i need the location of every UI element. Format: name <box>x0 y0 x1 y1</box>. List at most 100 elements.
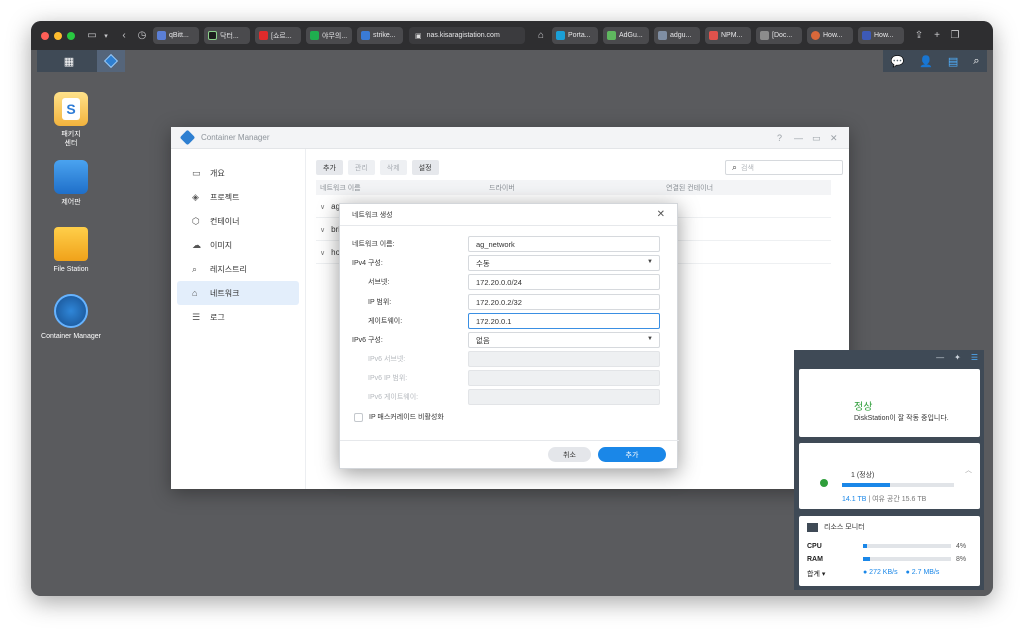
maximize-icon[interactable]: ▭ <box>812 133 821 144</box>
browser-tab[interactable]: adgu... <box>654 27 700 44</box>
browser-tab[interactable]: 야무의... <box>306 27 352 44</box>
cancel-button[interactable]: 취소 <box>548 447 591 462</box>
ipv6-config-select[interactable]: 없음 ▼ <box>468 332 660 348</box>
chevron-down-icon[interactable]: ∨ <box>320 204 325 211</box>
desktop-icon-package-center[interactable]: S 패키지 센터 <box>31 92 111 148</box>
log-icon: ☰ <box>192 311 201 322</box>
chevron-down-icon[interactable]: ▾ <box>100 32 112 40</box>
window-titlebar[interactable]: Container Manager <box>171 127 849 149</box>
desktop-icon-container-manager[interactable]: Container Manager <box>31 294 111 341</box>
volume-capacity: 14.1 TB | 여유 공간 15.6 TB <box>842 496 927 503</box>
cpu-usage: CPU 4% <box>807 542 967 550</box>
tab-favicon-icon <box>259 31 268 40</box>
dsm-taskbar-tray: 💬 👤 ▤ ⌕ <box>883 50 987 72</box>
ipv4-config-select[interactable]: 수동 ▼ <box>468 255 660 271</box>
settings-button[interactable]: 설정 <box>411 160 439 175</box>
delete-button[interactable]: 삭제 <box>379 160 407 175</box>
pin-icon[interactable]: ✦ <box>954 353 961 362</box>
sidebar-item-overview[interactable]: ▭ 개요 <box>177 161 299 185</box>
minimize-icon[interactable]: — <box>936 353 944 362</box>
chevron-down-icon[interactable]: ∨ <box>320 250 325 257</box>
monitor-icon <box>807 522 818 532</box>
back-icon[interactable]: ‹ <box>118 30 130 41</box>
health-status: 정상 <box>854 402 873 413</box>
browser-tab[interactable]: NPM... <box>705 27 751 44</box>
ipv6-range-input[interactable] <box>468 370 660 386</box>
sidebar-toggle-icon[interactable]: ▭ <box>86 30 98 41</box>
container-icon: ⬡ <box>192 215 200 226</box>
desktop-icon-control-panel[interactable]: 제어판 <box>31 160 111 207</box>
taskbar-container-manager[interactable] <box>97 50 125 72</box>
tab-favicon-icon <box>811 31 820 40</box>
network-icon: ⌂ <box>192 288 198 298</box>
chat-icon[interactable]: 💬 <box>891 55 905 68</box>
browser-tab[interactable]: strike... <box>357 27 403 44</box>
network-selector[interactable]: 합계 ▾ <box>807 569 863 579</box>
sidebar-item-registry[interactable]: ⌕ 레지스트리 <box>177 257 299 281</box>
main-menu-icon[interactable]: ▦ <box>55 50 83 72</box>
address-bar[interactable]: ▣ nas.kisaragistation.com <box>409 27 525 44</box>
sidebar-item-container[interactable]: ⬡ 컨테이너 <box>177 209 299 233</box>
close-icon[interactable]: ✕ <box>657 209 665 220</box>
sidebar-item-log[interactable]: ☰ 로그 <box>177 305 299 329</box>
ipv6-subnet-input[interactable] <box>468 351 660 367</box>
browser-tab[interactable]: 닥터... <box>204 27 250 44</box>
browser-tab[interactable]: [Doc... <box>756 27 802 44</box>
chevron-up-icon[interactable]: ︿ <box>965 465 972 475</box>
control-panel-icon <box>54 160 88 194</box>
history-icon[interactable]: ◷ <box>136 30 148 41</box>
minimize-window-button[interactable] <box>54 31 62 40</box>
help-icon[interactable]: ? <box>777 133 782 143</box>
create-button[interactable]: 추가 <box>598 447 666 462</box>
ip-range-input[interactable]: 172.20.0.2/32 <box>468 294 660 310</box>
close-icon[interactable]: ✕ <box>830 133 838 144</box>
zoom-window-button[interactable] <box>67 31 75 40</box>
browser-tab[interactable]: AdGu... <box>603 27 649 44</box>
overview-icon: ▭ <box>192 167 201 178</box>
dialog-title: 네트워크 생성 <box>340 204 677 226</box>
add-button[interactable]: 추가 <box>316 160 343 175</box>
widget-settings-icon[interactable]: ☰ <box>971 353 978 362</box>
column-header-containers[interactable]: 연결된 컨테이너 <box>666 183 826 193</box>
subnet-input[interactable]: 172.20.0.0/24 <box>468 274 660 290</box>
volume-status: 1 (정상) <box>851 472 875 479</box>
network-name-input[interactable]: ag_network <box>468 236 660 252</box>
browser-tab[interactable]: Porta... <box>552 27 598 44</box>
system-health-widget: 정상 DiskStation이 잘 작동 중입니다. <box>799 369 980 437</box>
ipv6-gateway-input[interactable] <box>468 389 660 405</box>
chevron-down-icon: ▼ <box>647 336 653 342</box>
tab-overview-icon[interactable]: ❐ <box>949 30 961 41</box>
sidebar-item-image[interactable]: ☁ 이미지 <box>177 233 299 257</box>
minimize-icon[interactable]: — <box>794 133 803 143</box>
new-tab-icon[interactable]: + <box>931 30 943 41</box>
tab-favicon-icon <box>607 31 616 40</box>
package-center-icon: S <box>54 92 88 126</box>
browser-tab[interactable]: [쇼르... <box>255 27 301 44</box>
sidebar-item-network[interactable]: ⌂ 네트워크 <box>177 281 299 305</box>
masquerade-row: IP 매스커레이드 비활성화 <box>352 409 662 425</box>
desktop-icon-file-station[interactable]: File Station <box>31 227 111 274</box>
search-input[interactable]: ⌕ 검색 <box>725 160 843 175</box>
chevron-down-icon[interactable]: ∨ <box>320 227 325 234</box>
browser-tab[interactable]: qBitt... <box>153 27 199 44</box>
site-icon: ▣ <box>415 32 422 40</box>
column-header-driver[interactable]: 드라이버 <box>489 183 666 193</box>
masquerade-checkbox[interactable] <box>354 412 363 422</box>
widgets-icon[interactable]: ▤ <box>948 55 958 68</box>
browser-tab[interactable]: How... <box>807 27 853 44</box>
tab-favicon-icon <box>658 31 667 40</box>
container-manager-icon <box>54 294 88 328</box>
tab-favicon-icon <box>361 31 370 40</box>
column-header-name[interactable]: 네트워크 이름 <box>316 183 489 193</box>
share-icon[interactable]: ⇪ <box>913 30 925 41</box>
sidebar-item-project[interactable]: ◈ 프로젝트 <box>177 185 299 209</box>
user-icon[interactable]: 👤 <box>919 55 933 68</box>
gateway-input[interactable]: 172.20.0.1 <box>468 313 660 329</box>
browser-tab[interactable]: How... <box>858 27 904 44</box>
close-window-button[interactable] <box>41 31 49 40</box>
folder-icon <box>54 227 88 261</box>
reader-icon[interactable]: ⌂ <box>535 30 547 41</box>
search-icon[interactable]: ⌕ <box>973 55 979 68</box>
browser-toolbar: ▭ ▾ ‹ ◷ qBitt... 닥터... [쇼르... 야무의... str… <box>31 21 993 50</box>
manage-button[interactable]: 관리 <box>347 160 375 175</box>
